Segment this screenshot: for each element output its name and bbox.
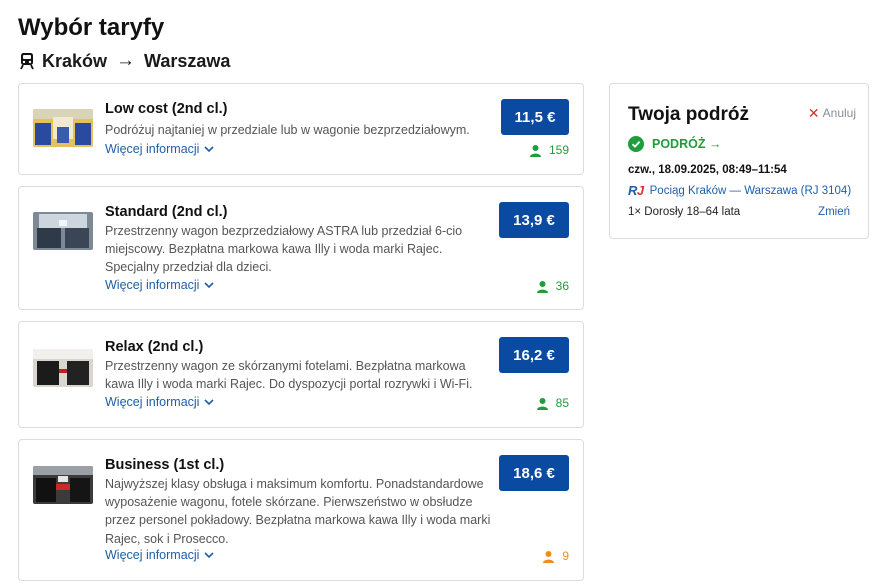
fare-card-standard: Standard (2nd cl.) Przestrzenny wagon be… bbox=[18, 186, 584, 310]
price-button[interactable]: 13,9 € bbox=[499, 202, 569, 238]
seats-available: 36 bbox=[536, 279, 569, 293]
page-title: Wybór taryfy bbox=[18, 14, 165, 41]
person-icon bbox=[536, 397, 548, 410]
route-from: Kraków bbox=[42, 50, 108, 71]
more-info-label: Więcej informacji bbox=[105, 395, 200, 409]
seats-count: 9 bbox=[562, 549, 569, 563]
more-info-link[interactable]: Więcej informacji bbox=[105, 278, 215, 292]
person-icon bbox=[543, 550, 555, 563]
fare-name: Low cost (2nd cl.) bbox=[105, 101, 228, 117]
direction-status: PODRÓŻ → bbox=[628, 136, 721, 152]
seats-count: 85 bbox=[555, 396, 569, 410]
fare-image bbox=[33, 466, 93, 504]
price-button[interactable]: 11,5 € bbox=[501, 99, 569, 135]
chevron-down-icon bbox=[204, 145, 215, 152]
cancel-button[interactable]: ✕ Anuluj bbox=[808, 106, 856, 120]
fare-description: Podróżuj najtaniej w przedziale lub w wa… bbox=[105, 123, 470, 137]
fare-card-relax: Relax (2nd cl.) Przestrzenny wagon ze sk… bbox=[18, 321, 584, 428]
fare-image bbox=[33, 109, 93, 147]
fare-image bbox=[33, 349, 93, 387]
direction-label: PODRÓŻ → bbox=[652, 137, 722, 151]
train-info[interactable]: RJ Pociąg Kraków — Warszawa (RJ 3104) bbox=[628, 183, 851, 198]
chevron-down-icon bbox=[204, 398, 215, 405]
seats-count: 36 bbox=[555, 279, 569, 293]
check-circle-icon bbox=[628, 136, 644, 152]
person-icon bbox=[536, 280, 548, 293]
regiojet-logo: RJ bbox=[628, 183, 644, 198]
summary-title: Twoja podróż bbox=[628, 104, 750, 125]
seats-count: 159 bbox=[548, 143, 569, 157]
fare-card-business: Business (1st cl.) Najwyższej klasy obsł… bbox=[18, 439, 584, 581]
passengers-info: 1× Dorosły 18–64 lata bbox=[628, 206, 741, 218]
price-button[interactable]: 18,6 € bbox=[499, 455, 569, 491]
more-info-label: Więcej informacji bbox=[105, 142, 200, 156]
fare-name: Business (1st cl.) bbox=[105, 457, 225, 473]
fare-card-low-cost: Low cost (2nd cl.) Podróżuj najtaniej w … bbox=[18, 83, 584, 175]
seats-available: 9 bbox=[542, 549, 569, 563]
seats-available: 85 bbox=[536, 396, 569, 410]
cancel-label: Anuluj bbox=[822, 106, 856, 120]
trip-summary: Twoja podróż ✕ Anuluj PODRÓŻ → czw., 18.… bbox=[609, 83, 869, 239]
price-button[interactable]: 16,2 € bbox=[499, 337, 569, 373]
fare-description: Przestrzenny wagon bezprzedziałowy ASTRA… bbox=[105, 224, 463, 275]
train-name: Pociąg Kraków — Warszawa (RJ 3104) bbox=[649, 184, 852, 197]
change-link[interactable]: Zmień bbox=[818, 206, 850, 218]
route-arrow: → bbox=[116, 50, 136, 71]
route-to: Warszawa bbox=[144, 50, 231, 71]
fare-description: Najwyższej klasy obsługa i maksimum komf… bbox=[105, 477, 491, 546]
close-icon: ✕ bbox=[807, 105, 820, 121]
fare-description: Przestrzenny wagon ze skórzanymi fotelam… bbox=[105, 359, 473, 392]
more-info-label: Więcej informacji bbox=[105, 548, 200, 562]
trip-datetime: czw., 18.09.2025, 08:49–11:54 bbox=[628, 164, 787, 176]
fare-name: Standard (2nd cl.) bbox=[105, 204, 228, 220]
more-info-link[interactable]: Więcej informacji bbox=[105, 548, 215, 562]
fare-image bbox=[33, 212, 93, 250]
chevron-down-icon bbox=[204, 281, 215, 288]
route-heading: Kraków → Warszawa bbox=[18, 50, 230, 72]
seats-available: 159 bbox=[529, 143, 569, 157]
more-info-label: Więcej informacji bbox=[105, 278, 200, 292]
more-info-link[interactable]: Więcej informacji bbox=[105, 395, 215, 409]
person-icon bbox=[529, 144, 541, 157]
more-info-link[interactable]: Więcej informacji bbox=[105, 142, 215, 156]
train-icon bbox=[18, 52, 36, 70]
fare-name: Relax (2nd cl.) bbox=[105, 339, 204, 355]
chevron-down-icon bbox=[204, 551, 215, 558]
